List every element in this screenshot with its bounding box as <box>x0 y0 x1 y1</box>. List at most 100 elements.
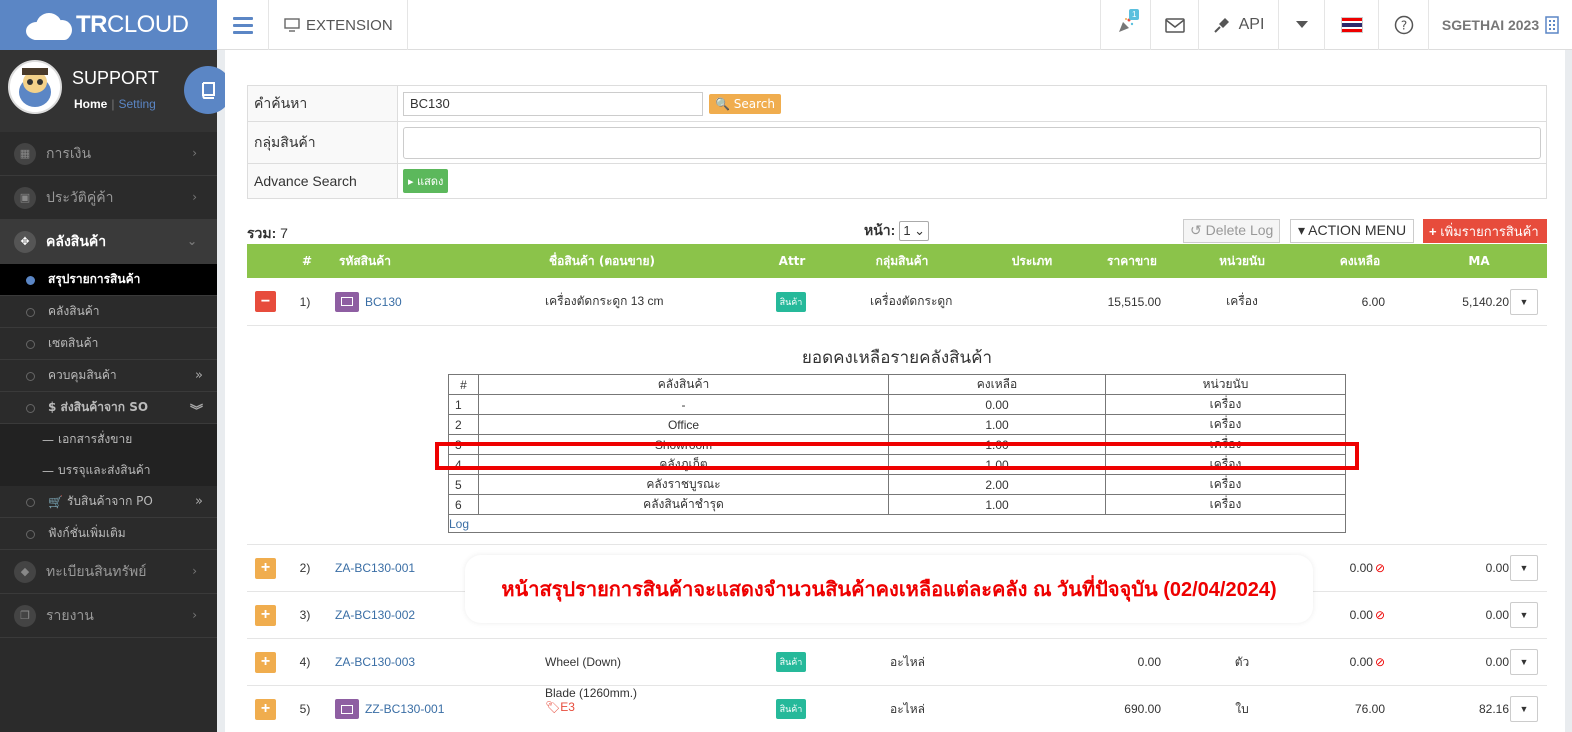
total-value: 7 <box>280 225 288 241</box>
chevron-right-icon: › <box>192 608 197 622</box>
product-ma: 0.00 <box>1485 655 1509 669</box>
sidebar-item-label: การเงิน <box>46 145 92 162</box>
api-button[interactable]: API <box>1198 0 1278 50</box>
col-header: # <box>301 254 313 268</box>
logo-bold: TR <box>76 11 108 38</box>
envelope-icon <box>1164 17 1185 33</box>
image-icon[interactable] <box>335 291 359 312</box>
group-input[interactable] <box>403 126 1541 159</box>
delete-log-button[interactable]: ↺ Delete Log <box>1183 219 1281 243</box>
double-chevron-right-icon: » <box>195 368 203 383</box>
col-header: คลังสินค้า <box>478 374 889 395</box>
cloud-icon <box>22 10 74 40</box>
sidebar-sub-extra-functions[interactable]: ฟังก์ชั่นเพิ่มเติม <box>0 518 217 550</box>
notification-badge: 1 <box>1129 9 1140 20</box>
sidebar-subsub-pack-ship[interactable]: — บรรจุและส่งสินค้า <box>0 455 217 486</box>
sidebar-item-reports[interactable]: ❐ รายงาน › <box>0 594 217 638</box>
col-header: หน่วยนับ <box>1219 253 1265 268</box>
product-code-link[interactable]: BC130 <box>365 295 402 309</box>
log-link[interactable]: Log <box>448 514 1346 533</box>
notification-button[interactable]: 1 <box>1100 0 1150 50</box>
add-product-button[interactable]: + เพิ่มรายการสินค้า <box>1423 219 1547 243</box>
home-link[interactable]: Home <box>74 97 107 111</box>
search-button-label: Search <box>733 96 776 111</box>
sidebar-sub-product-control[interactable]: ควบคุมสินค้า » <box>0 360 217 392</box>
sidebar-sub-label: ฟังก์ชั่นเพิ่มเติม <box>48 526 126 540</box>
product-tag[interactable]: E3 <box>560 700 575 714</box>
ban-icon: ⊘ <box>1374 561 1385 575</box>
subsub-dash: — <box>42 432 54 447</box>
expand-button[interactable]: + <box>255 557 276 579</box>
row-action-dropdown[interactable]: ▼ <box>1510 696 1538 722</box>
row-action-dropdown[interactable]: ▼ <box>1510 649 1538 675</box>
product-code-link[interactable]: ZZ-BC130-001 <box>365 702 444 716</box>
sidebar: SUPPORT Home | Setting ▦ การเงิน › ▣ ประวัติค… <box>0 50 232 732</box>
row-action-dropdown[interactable]: ▼ <box>1510 602 1538 628</box>
col-header: คงเหลือ <box>1339 253 1381 268</box>
expand-button[interactable]: + <box>255 651 276 673</box>
product-ma: 5,140.20 <box>1462 294 1509 309</box>
image-icon[interactable] <box>335 699 359 719</box>
attr-badge: สินค้า <box>775 699 807 719</box>
wh-unit: เครื่อง <box>1105 414 1346 435</box>
help-button[interactable]: ? <box>1378 0 1428 50</box>
action-menu-button[interactable]: ▾ ACTION MENU <box>1290 219 1415 243</box>
advance-search-row: Advance Search ▸ แสดง <box>248 164 1546 198</box>
group-row: กลุ่มสินค้า <box>248 122 1546 164</box>
product-stock: 0.00 <box>1349 655 1373 669</box>
product-code-link[interactable]: ZA-BC130-003 <box>335 655 415 669</box>
row-action-dropdown[interactable]: ▼ <box>1510 555 1538 581</box>
page-select[interactable]: 1 ⌄ <box>899 221 930 241</box>
wh-name: คลังสินค้าชำรุด <box>478 494 889 515</box>
show-advance-button[interactable]: ▸ แสดง <box>403 169 449 193</box>
search-input[interactable]: BC130 <box>403 91 703 116</box>
collapse-button[interactable]: − <box>255 291 276 312</box>
search-button[interactable]: 🔍 Search <box>709 93 782 114</box>
wh-name: - <box>478 394 889 415</box>
language-button[interactable] <box>1324 0 1378 50</box>
expand-button[interactable]: + <box>255 698 276 720</box>
sidebar-sub-product-summary[interactable]: สรุปรายการสินค้า <box>0 264 217 296</box>
product-stock: 0.00 <box>1349 608 1373 622</box>
warehouse-row: 5 คลังราชบูรณะ 2.00 เครื่อง <box>448 474 1346 495</box>
extension-button[interactable]: EXTENSION <box>270 0 408 50</box>
sidebar-item-partners[interactable]: ▣ ประวัติคู่ค้า › <box>0 176 217 220</box>
thai-flag-icon <box>1340 17 1363 33</box>
sidebar-item-inventory[interactable]: ✥ คลังสินค้า ⌄ <box>0 220 217 264</box>
col-header: ประเภท <box>1011 253 1053 268</box>
ban-icon: ⊘ <box>1374 655 1385 669</box>
profile-name: SUPPORT <box>72 68 159 88</box>
sidebar-item-label: คลังสินค้า <box>46 233 107 250</box>
building-icon <box>1545 16 1559 34</box>
sidebar-sub-ship-from-so[interactable]: $ ส่งสินค้าจาก SO ︾ <box>0 392 217 424</box>
avatar[interactable] <box>8 60 62 114</box>
dropdown-caret-button[interactable] <box>1278 0 1324 50</box>
product-code-link[interactable]: ZA-BC130-001 <box>335 561 415 575</box>
sidebar-subsub-sales-doc[interactable]: — เอกสารสั่งขาย <box>0 424 217 455</box>
sidebar-sub-label: เซตสินค้า <box>48 336 99 350</box>
product-code-link[interactable]: ZA-BC130-002 <box>335 608 415 622</box>
mail-button[interactable] <box>1150 0 1198 50</box>
show-button-label: แสดง <box>417 175 444 188</box>
sidebar-sub-product-set[interactable]: เซตสินค้า <box>0 328 217 360</box>
col-header: ชื่อสินค้า (ตอนขาย) <box>549 253 655 268</box>
menu-toggle-button[interactable] <box>217 0 269 50</box>
calendar-icon: ▦ <box>14 142 36 165</box>
caret-down-icon: ▾ <box>1298 222 1306 238</box>
diamond-icon: ◆ <box>14 560 36 583</box>
sidebar-sub-warehouse[interactable]: คลังสินค้า <box>0 296 217 328</box>
wh-unit: เครื่อง <box>1105 494 1346 515</box>
user-menu[interactable]: SGETHAI 2023 <box>1428 0 1572 50</box>
row-action-dropdown[interactable]: ▼ <box>1510 288 1538 315</box>
sidebar-item-assets[interactable]: ◆ ทะเบียนสินทรัพย์ › <box>0 550 217 594</box>
question-circle-icon: ? <box>1394 15 1413 35</box>
wh-name: คลังราชบูรณะ <box>478 474 889 495</box>
logo[interactable]: TR CLOUD <box>0 0 217 50</box>
warehouse-row: 2 Office 1.00 เครื่อง <box>448 414 1346 435</box>
product-ma: 0.00 <box>1485 608 1509 622</box>
sidebar-item-finance[interactable]: ▦ การเงิน › <box>0 132 217 176</box>
setting-link[interactable]: Setting <box>118 97 155 111</box>
product-unit: ตัว <box>1234 654 1250 669</box>
sidebar-sub-receive-from-po[interactable]: 🛒 รับสินค้าจาก PO » <box>0 486 217 518</box>
expand-button[interactable]: + <box>255 604 276 626</box>
